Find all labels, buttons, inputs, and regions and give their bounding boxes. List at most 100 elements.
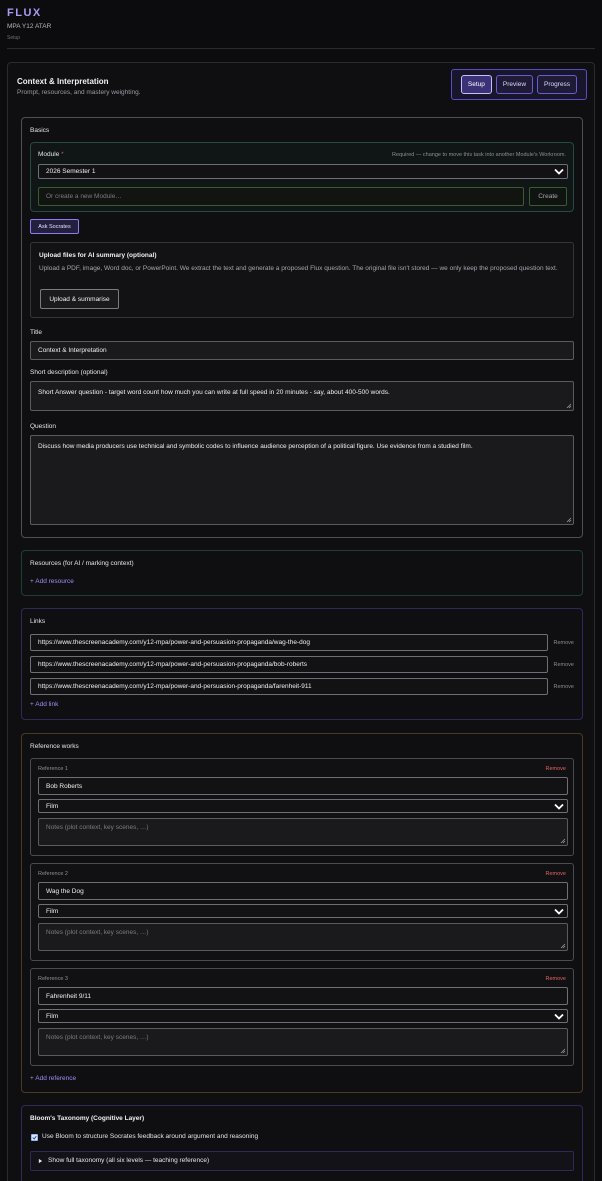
reference-notes-placeholder: Notes (plot context, key scenes, …) — [46, 929, 149, 936]
new-module-placeholder: Or create a new Module… — [46, 193, 122, 200]
resize-handle-icon[interactable] — [560, 943, 566, 949]
brand-logo[interactable]: FLUX — [7, 7, 51, 19]
add-resource-link[interactable]: + Add resource — [30, 578, 74, 585]
class-name: MPA Y12 ATAR — [7, 23, 52, 30]
reference-notes-textarea[interactable]: Notes (plot context, key scenes, …) — [38, 923, 568, 951]
add-link-button[interactable]: + Add link — [30, 701, 58, 708]
new-module-input[interactable]: Or create a new Module… — [38, 187, 524, 206]
reference-card: Reference 2 Remove Wag the Dog Film Note… — [30, 863, 574, 961]
task-editor-panel: Context & Interpretation Prompt, resourc… — [7, 62, 595, 1181]
reference-notes-placeholder: Notes (plot context, key scenes, …) — [46, 824, 149, 831]
short-description-value: Short Answer question - target word coun… — [38, 389, 390, 396]
bloom-checkbox[interactable] — [31, 1134, 38, 1141]
upload-description: Upload a PDF, image, Word doc, or PowerP… — [39, 265, 558, 272]
link-url-input[interactable]: https://www.thescreenacademy.com/y12-mpa… — [30, 678, 548, 695]
tab-setup[interactable]: Setup — [460, 75, 492, 94]
taxonomy-details[interactable]: Show full taxonomy (all six levels — tea… — [30, 1151, 574, 1171]
reference-title-input[interactable]: Fahrenheit 9/11 — [38, 987, 568, 1005]
chevron-down-icon — [554, 168, 564, 175]
reference-title-value: Wag the Dog — [46, 887, 84, 895]
short-description-textarea[interactable]: Short Answer question - target word coun… — [30, 381, 574, 411]
question-value: Discuss how media producers use technica… — [38, 443, 473, 450]
reference-type-value: Film — [46, 907, 59, 915]
header-divider — [7, 48, 595, 49]
ask-socrates-button[interactable]: Ask Socrates — [30, 219, 79, 234]
remove-reference-button[interactable]: Remove — [546, 766, 566, 772]
app-header: FLUX MPA Y12 ATAR Setup — [7, 7, 51, 41]
tab-progress[interactable]: Progress — [537, 75, 578, 94]
page-title: Context & Interpretation — [17, 77, 109, 86]
resources-section: Resources (for AI / marking context) + A… — [21, 550, 583, 596]
module-box: Module * Required — change to move this … — [30, 142, 574, 212]
upload-summarise-button[interactable]: Upload & summarise — [40, 289, 119, 309]
bloom-checkbox-label[interactable]: Use Bloom to structure Socrates feedback… — [42, 1133, 258, 1140]
bloom-section: Bloom's Taxonomy (Cognitive Layer) Use B… — [21, 1105, 583, 1181]
reference-title-value: Bob Roberts — [46, 782, 83, 790]
module-select[interactable]: 2026 Semester 1 — [38, 164, 568, 179]
question-textarea[interactable]: Discuss how media producers use technica… — [30, 435, 574, 525]
section-title: Bloom's Taxonomy (Cognitive Layer) — [30, 1115, 145, 1122]
taxonomy-details-label: Show full taxonomy (all six levels — tea… — [48, 1157, 210, 1164]
section-title: Reference works — [30, 743, 79, 750]
module-hint: Required — change to move this task into… — [392, 152, 566, 158]
resize-handle-icon[interactable] — [566, 517, 572, 523]
link-url-value: https://www.thescreenacademy.com/y12-mpa… — [38, 639, 310, 646]
caret-right-icon — [38, 1158, 43, 1164]
reference-label: Reference 1 — [38, 766, 68, 772]
reference-title-input[interactable]: Bob Roberts — [38, 777, 568, 795]
breadcrumb: Setup — [7, 35, 21, 41]
remove-link-button[interactable]: Remove — [554, 662, 574, 668]
module-select-value: 2026 Semester 1 — [46, 168, 96, 175]
upload-box: Upload files for AI summary (optional) U… — [30, 242, 574, 318]
resize-handle-icon[interactable] — [560, 838, 566, 844]
remove-reference-button[interactable]: Remove — [546, 976, 566, 982]
link-url-input[interactable]: https://www.thescreenacademy.com/y12-mpa… — [30, 656, 548, 673]
upload-title: Upload files for AI summary (optional) — [39, 252, 157, 259]
reference-label: Reference 2 — [38, 871, 68, 877]
reference-works-section: Reference works Reference 1 Remove Bob R… — [21, 733, 583, 1093]
resize-handle-icon[interactable] — [560, 1048, 566, 1054]
question-label: Question — [30, 423, 57, 430]
reference-notes-textarea[interactable]: Notes (plot context, key scenes, …) — [38, 1028, 568, 1056]
remove-link-button[interactable]: Remove — [554, 640, 574, 646]
basics-section: Basics Module * Required — change to mov… — [21, 117, 583, 538]
page-subtitle: Prompt, resources, and mastery weighting… — [17, 89, 141, 96]
link-url-value: https://www.thescreenacademy.com/y12-mpa… — [38, 683, 312, 690]
chevron-down-icon — [554, 803, 564, 810]
section-title: Basics — [30, 127, 50, 134]
reference-notes-textarea[interactable]: Notes (plot context, key scenes, …) — [38, 818, 568, 846]
reference-type-value: Film — [46, 1012, 59, 1020]
mode-switcher: Setup Preview Progress — [451, 69, 587, 100]
remove-reference-button[interactable]: Remove — [546, 871, 566, 877]
reference-card: Reference 3 Remove Fahrenheit 9/11 Film … — [30, 968, 574, 1066]
link-url-input[interactable]: https://www.thescreenacademy.com/y12-mpa… — [30, 634, 548, 651]
add-reference-button[interactable]: + Add reference — [30, 1075, 76, 1082]
title-label: Title — [30, 329, 43, 336]
reference-notes-placeholder: Notes (plot context, key scenes, …) — [46, 1034, 149, 1041]
create-module-button[interactable]: Create — [529, 187, 567, 206]
section-title: Resources (for AI / marking context) — [30, 560, 134, 567]
title-input[interactable]: Context & Interpretation — [30, 341, 574, 360]
required-marker: * — [61, 151, 64, 158]
checkmark-icon — [32, 1135, 37, 1140]
short-description-label: Short description (optional) — [30, 369, 108, 376]
reference-type-select[interactable]: Film — [38, 1009, 568, 1023]
remove-link-button[interactable]: Remove — [554, 684, 574, 690]
reference-title-value: Fahrenheit 9/11 — [46, 992, 92, 1000]
title-value: Context & Interpretation — [38, 347, 107, 354]
reference-title-input[interactable]: Wag the Dog — [38, 882, 568, 900]
chevron-down-icon — [554, 1013, 564, 1020]
module-label: Module * — [38, 151, 64, 158]
link-url-value: https://www.thescreenacademy.com/y12-mpa… — [38, 661, 308, 668]
reference-card: Reference 1 Remove Bob Roberts Film Note… — [30, 758, 574, 856]
tab-preview[interactable]: Preview — [495, 75, 534, 94]
resize-handle-icon[interactable] — [566, 403, 572, 409]
chevron-down-icon — [554, 908, 564, 915]
reference-label: Reference 3 — [38, 976, 68, 982]
reference-type-select[interactable]: Film — [38, 904, 568, 918]
reference-type-select[interactable]: Film — [38, 799, 568, 813]
reference-type-value: Film — [46, 802, 59, 810]
section-title: Links — [30, 618, 46, 625]
module-label-text: Module — [38, 151, 60, 158]
links-section: Links https://www.thescreenacademy.com/y… — [21, 608, 583, 720]
